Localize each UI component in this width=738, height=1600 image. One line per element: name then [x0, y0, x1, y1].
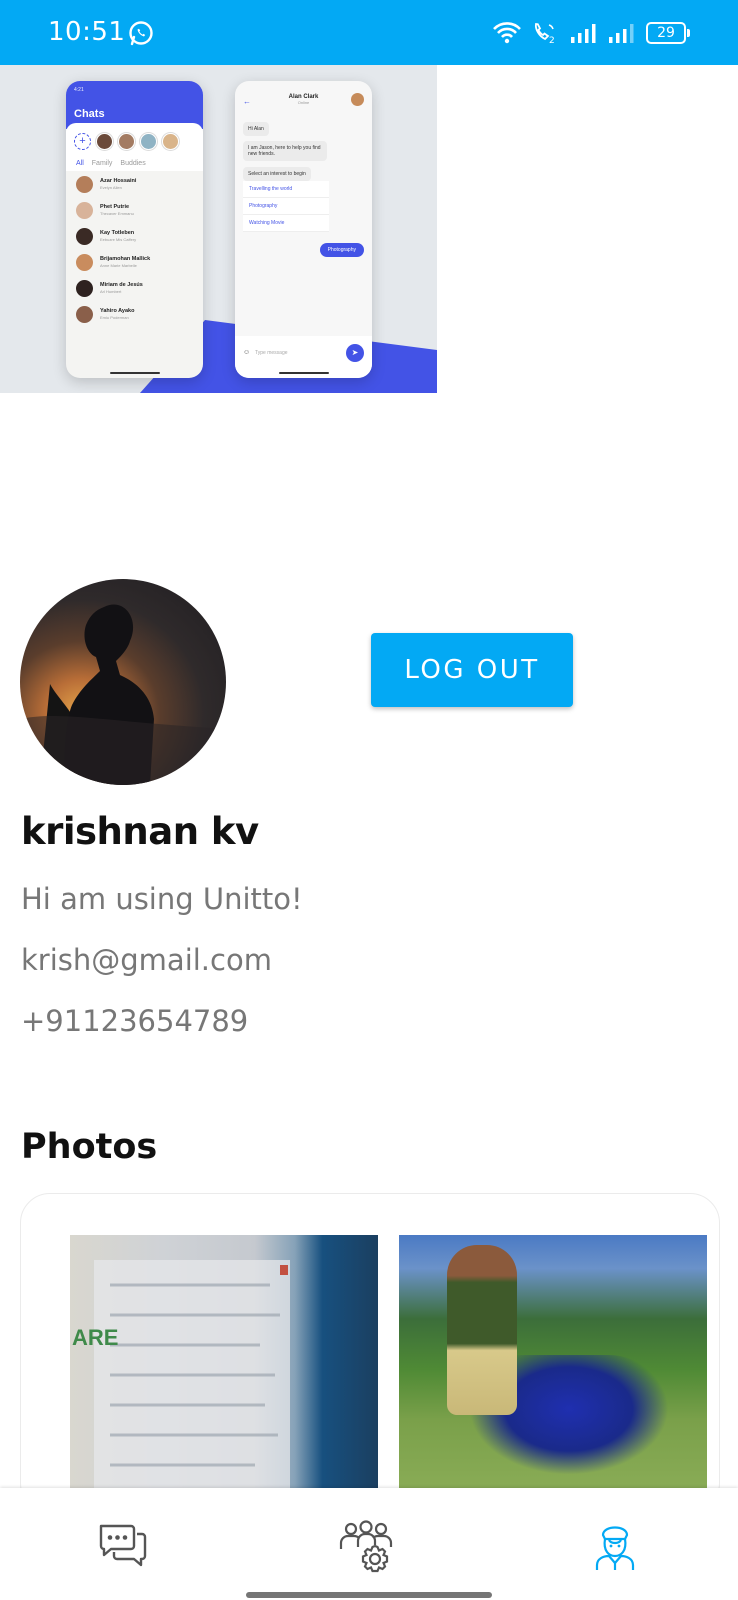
signal-icon [571, 24, 596, 43]
nav-groups[interactable] [336, 1518, 396, 1574]
banner-image: 4:21 Chats + All Family Buddies Azar Hos… [0, 65, 437, 393]
mockup-stories: + [66, 123, 203, 156]
mockup-chat-list-phone: 4:21 Chats + All Family Buddies Azar Hos… [66, 81, 203, 378]
emoji-icon: ☺ [243, 349, 251, 356]
user-profile-icon [595, 1526, 635, 1570]
contact-avatar [351, 93, 364, 106]
svg-text:ARE: ARE [72, 1325, 118, 1350]
mockup-chat-row: Brijamohan Mallick Anne Marie Marbelle [66, 249, 203, 275]
nav-profile[interactable] [585, 1518, 645, 1574]
photos-gallery: ARE [20, 1193, 720, 1513]
group-settings-icon [339, 1520, 393, 1573]
photo-rider [447, 1245, 517, 1415]
battery-icon: 29 [646, 22, 690, 44]
profile-phone: +91123654789 [21, 1004, 249, 1038]
logout-button[interactable]: LOG OUT [371, 633, 573, 707]
bottom-navigation [0, 1488, 738, 1600]
profile-name: krishnan kv [21, 810, 259, 853]
mockup-conversation-header: ← Alan Clark Online [235, 81, 372, 117]
chat-bubbles-icon [99, 1524, 147, 1567]
mockup-chat-row: Azar Hossaini Evelyn Allen [66, 171, 203, 197]
avatar-silhouette [20, 604, 226, 785]
signal-icon [609, 24, 634, 43]
photo-thumbnail[interactable]: ARE [70, 1235, 378, 1512]
back-arrow-icon: ← [243, 97, 251, 106]
status-time: 10:51 [48, 17, 126, 47]
send-icon: ➤ [346, 344, 364, 362]
photos-title: Photos [21, 1127, 158, 1167]
photo-thumbnail[interactable] [399, 1235, 707, 1512]
mockup-conversation-phone: ← Alan Clark Online Hi Alan I am Jason, … [235, 81, 372, 378]
mockup-tabs: All Family Buddies [66, 156, 203, 171]
add-story-icon: + [74, 133, 91, 150]
wifi-icon [493, 22, 521, 44]
svg-text:2: 2 [549, 36, 555, 45]
profile-email: krish@gmail.com [21, 943, 272, 977]
mockup-chat-row: Kay Totleben Eebuzre Mis Caffery [66, 223, 203, 249]
profile-avatar[interactable] [20, 579, 226, 785]
status-icons: 2 29 [492, 18, 690, 48]
mockup-chat-row: Phet Putrie Thecaver Emmanu [66, 197, 203, 223]
photo-document-image: ARE [72, 1260, 290, 1512]
mockup-chat-header: 4:21 Chats [66, 81, 203, 129]
status-bar: 10:51 2 29 [0, 0, 738, 65]
mockup-chat-row: Yahiro Ayako Emiu Poderman [66, 301, 203, 327]
nav-chats[interactable] [93, 1518, 153, 1574]
profile-status: Hi am using Unitto! [21, 882, 303, 916]
volte-icon: 2 [534, 23, 555, 45]
whatsapp-icon [129, 21, 153, 46]
home-indicator[interactable] [246, 1592, 492, 1598]
mockup-chat-row: Miriam de Jesús Arl Humbert [66, 275, 203, 301]
